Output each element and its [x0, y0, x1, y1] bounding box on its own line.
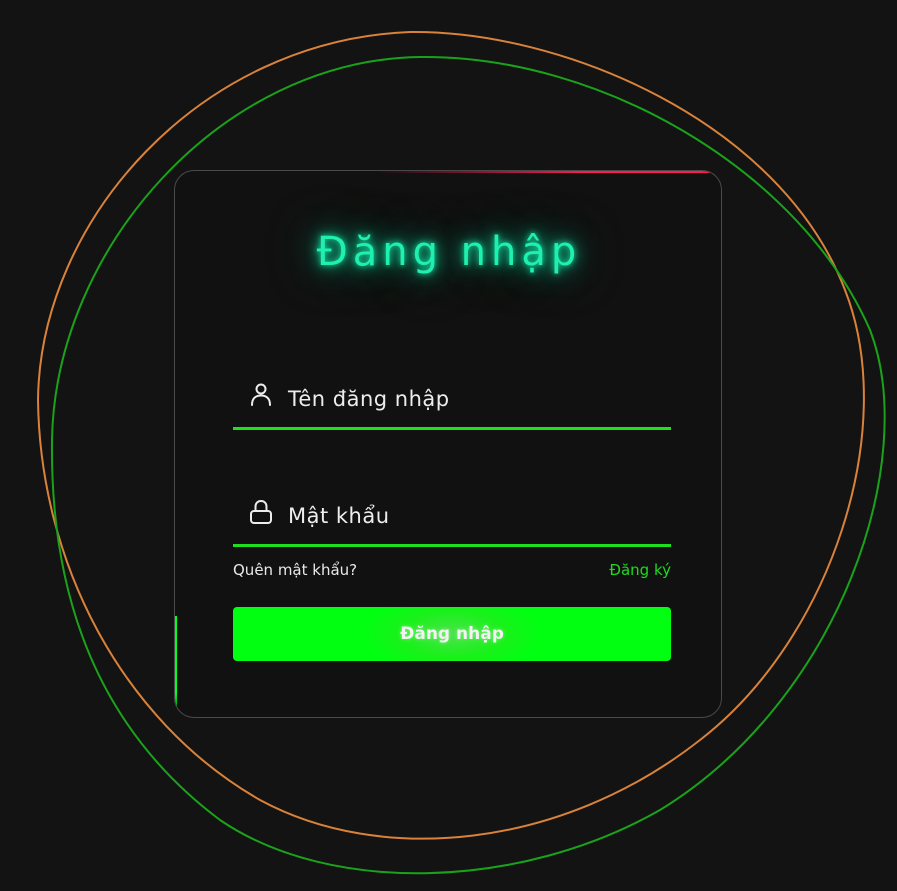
login-button[interactable]: Đăng nhập — [233, 607, 671, 661]
auth-links: Quên mật khẩu? Đăng ký — [233, 561, 671, 581]
username-field[interactable]: Tên đăng nhập — [233, 379, 671, 430]
username-label: Tên đăng nhập — [288, 387, 450, 411]
password-label: Mật khẩu — [288, 504, 390, 528]
login-title: Đăng nhập — [316, 229, 582, 275]
lock-icon — [249, 498, 273, 528]
card-top-accent — [375, 171, 721, 173]
card-left-accent — [175, 616, 177, 717]
password-field[interactable]: Mật khẩu — [233, 496, 671, 547]
forgot-password-link[interactable]: Quên mật khẩu? — [233, 561, 357, 579]
login-card: Đăng nhập Tên đăng nhập Mật khẩu Quên mậ… — [174, 170, 722, 718]
user-icon — [249, 381, 273, 411]
register-link[interactable]: Đăng ký — [609, 561, 671, 579]
login-page: Đăng nhập Tên đăng nhập Mật khẩu Quên mậ… — [0, 0, 897, 891]
